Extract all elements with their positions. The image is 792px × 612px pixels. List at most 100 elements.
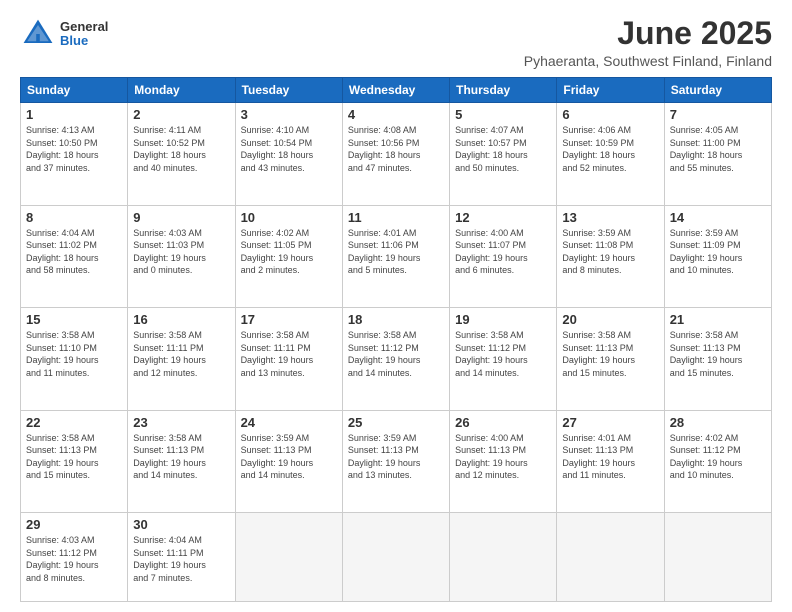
calendar-cell: 21 Sunrise: 3:58 AM Sunset: 11:13 PM Dayl… [664, 308, 771, 410]
day-number: 15 [26, 312, 122, 327]
calendar-cell: 4 Sunrise: 4:08 AM Sunset: 10:56 PM Dayli… [342, 103, 449, 205]
logo-general-text: General [60, 20, 108, 34]
col-thursday: Thursday [450, 78, 557, 103]
day-info: Sunrise: 4:08 AM Sunset: 10:56 PM Daylig… [348, 124, 444, 174]
calendar-cell: 24 Sunrise: 3:59 AM Sunset: 11:13 PM Dayl… [235, 410, 342, 512]
day-number: 3 [241, 107, 337, 122]
day-info: Sunrise: 4:02 AM Sunset: 11:05 PM Daylig… [241, 227, 337, 277]
day-info: Sunrise: 3:58 AM Sunset: 11:12 PM Daylig… [455, 329, 551, 379]
calendar: Sunday Monday Tuesday Wednesday Thursday… [20, 77, 772, 602]
logo-text: General Blue [60, 20, 108, 49]
day-number: 27 [562, 415, 658, 430]
day-number: 11 [348, 210, 444, 225]
day-number: 19 [455, 312, 551, 327]
day-info: Sunrise: 4:02 AM Sunset: 11:12 PM Daylig… [670, 432, 766, 482]
day-number: 10 [241, 210, 337, 225]
calendar-cell: 19 Sunrise: 3:58 AM Sunset: 11:12 PM Dayl… [450, 308, 557, 410]
day-info: Sunrise: 4:10 AM Sunset: 10:54 PM Daylig… [241, 124, 337, 174]
title-block: June 2025 Pyhaeranta, Southwest Finland,… [524, 16, 772, 69]
calendar-week-3: 15 Sunrise: 3:58 AM Sunset: 11:10 PM Dayl… [21, 308, 772, 410]
calendar-cell: 23 Sunrise: 3:58 AM Sunset: 11:13 PM Dayl… [128, 410, 235, 512]
day-number: 2 [133, 107, 229, 122]
day-info: Sunrise: 4:07 AM Sunset: 10:57 PM Daylig… [455, 124, 551, 174]
calendar-cell: 9 Sunrise: 4:03 AM Sunset: 11:03 PM Dayli… [128, 205, 235, 307]
day-info: Sunrise: 3:59 AM Sunset: 11:13 PM Daylig… [241, 432, 337, 482]
day-number: 29 [26, 517, 122, 532]
calendar-cell: 10 Sunrise: 4:02 AM Sunset: 11:05 PM Dayl… [235, 205, 342, 307]
day-info: Sunrise: 4:13 AM Sunset: 10:50 PM Daylig… [26, 124, 122, 174]
day-info: Sunrise: 3:58 AM Sunset: 11:11 PM Daylig… [241, 329, 337, 379]
day-number: 8 [26, 210, 122, 225]
day-number: 30 [133, 517, 229, 532]
day-info: Sunrise: 3:58 AM Sunset: 11:11 PM Daylig… [133, 329, 229, 379]
day-number: 24 [241, 415, 337, 430]
calendar-cell: 27 Sunrise: 4:01 AM Sunset: 11:13 PM Dayl… [557, 410, 664, 512]
day-info: Sunrise: 4:03 AM Sunset: 11:03 PM Daylig… [133, 227, 229, 277]
calendar-cell: 28 Sunrise: 4:02 AM Sunset: 11:12 PM Dayl… [664, 410, 771, 512]
day-number: 4 [348, 107, 444, 122]
day-info: Sunrise: 3:58 AM Sunset: 11:13 PM Daylig… [562, 329, 658, 379]
calendar-cell: 20 Sunrise: 3:58 AM Sunset: 11:13 PM Dayl… [557, 308, 664, 410]
calendar-cell: 7 Sunrise: 4:05 AM Sunset: 11:00 PM Dayli… [664, 103, 771, 205]
day-info: Sunrise: 4:01 AM Sunset: 11:13 PM Daylig… [562, 432, 658, 482]
calendar-cell: 12Sunrise: 4:00 AM Sunset: 11:07 PM Dayl… [450, 205, 557, 307]
calendar-cell [450, 513, 557, 602]
day-number: 28 [670, 415, 766, 430]
calendar-cell: 22Sunrise: 3:58 AM Sunset: 11:13 PM Dayl… [21, 410, 128, 512]
day-info: Sunrise: 3:59 AM Sunset: 11:08 PM Daylig… [562, 227, 658, 277]
col-sunday: Sunday [21, 78, 128, 103]
calendar-cell: 17 Sunrise: 3:58 AM Sunset: 11:11 PM Dayl… [235, 308, 342, 410]
day-info: Sunrise: 4:04 AM Sunset: 11:11 PM Daylig… [133, 534, 229, 584]
calendar-week-1: 1 Sunrise: 4:13 AM Sunset: 10:50 PM Dayli… [21, 103, 772, 205]
calendar-cell: 3 Sunrise: 4:10 AM Sunset: 10:54 PM Dayli… [235, 103, 342, 205]
calendar-cell: 5 Sunrise: 4:07 AM Sunset: 10:57 PM Dayli… [450, 103, 557, 205]
calendar-cell: 26Sunrise: 4:00 AM Sunset: 11:13 PM Dayl… [450, 410, 557, 512]
calendar-cell [342, 513, 449, 602]
day-number: 26 [455, 415, 551, 430]
day-number: 1 [26, 107, 122, 122]
day-number: 25 [348, 415, 444, 430]
col-saturday: Saturday [664, 78, 771, 103]
logo-icon [20, 16, 56, 52]
day-number: 21 [670, 312, 766, 327]
calendar-cell: 25Sunrise: 3:59 AM Sunset: 11:13 PM Dayl… [342, 410, 449, 512]
day-number: 16 [133, 312, 229, 327]
col-monday: Monday [128, 78, 235, 103]
day-number: 9 [133, 210, 229, 225]
col-tuesday: Tuesday [235, 78, 342, 103]
day-info: Sunrise: 3:58 AM Sunset: 11:13 PM Daylig… [133, 432, 229, 482]
logo: General Blue [20, 16, 108, 52]
header: General Blue June 2025 Pyhaeranta, South… [20, 16, 772, 69]
day-info: Sunrise: 4:06 AM Sunset: 10:59 PM Daylig… [562, 124, 658, 174]
calendar-cell [664, 513, 771, 602]
day-number: 6 [562, 107, 658, 122]
day-number: 23 [133, 415, 229, 430]
day-number: 7 [670, 107, 766, 122]
calendar-cell: 16 Sunrise: 3:58 AM Sunset: 11:11 PM Dayl… [128, 308, 235, 410]
day-number: 13 [562, 210, 658, 225]
day-number: 14 [670, 210, 766, 225]
day-number: 17 [241, 312, 337, 327]
calendar-week-4: 22Sunrise: 3:58 AM Sunset: 11:13 PM Dayl… [21, 410, 772, 512]
col-friday: Friday [557, 78, 664, 103]
day-info: Sunrise: 4:03 AM Sunset: 11:12 PM Daylig… [26, 534, 122, 584]
logo-blue-text: Blue [60, 34, 108, 48]
day-info: Sunrise: 3:58 AM Sunset: 11:13 PM Daylig… [26, 432, 122, 482]
calendar-cell: 8 Sunrise: 4:04 AM Sunset: 11:02 PM Dayli… [21, 205, 128, 307]
calendar-cell: 18Sunrise: 3:58 AM Sunset: 11:12 PM Dayl… [342, 308, 449, 410]
calendar-cell: 1 Sunrise: 4:13 AM Sunset: 10:50 PM Dayli… [21, 103, 128, 205]
day-number: 12 [455, 210, 551, 225]
day-number: 18 [348, 312, 444, 327]
calendar-cell: 2Sunrise: 4:11 AM Sunset: 10:52 PM Dayli… [128, 103, 235, 205]
calendar-cell: 11 Sunrise: 4:01 AM Sunset: 11:06 PM Dayl… [342, 205, 449, 307]
day-number: 20 [562, 312, 658, 327]
day-info: Sunrise: 3:58 AM Sunset: 11:10 PM Daylig… [26, 329, 122, 379]
day-info: Sunrise: 3:58 AM Sunset: 11:13 PM Daylig… [670, 329, 766, 379]
day-info: Sunrise: 4:01 AM Sunset: 11:06 PM Daylig… [348, 227, 444, 277]
day-number: 5 [455, 107, 551, 122]
calendar-cell [235, 513, 342, 602]
calendar-cell: 30 Sunrise: 4:04 AM Sunset: 11:11 PM Dayl… [128, 513, 235, 602]
day-info: Sunrise: 4:05 AM Sunset: 11:00 PM Daylig… [670, 124, 766, 174]
sub-title: Pyhaeranta, Southwest Finland, Finland [524, 53, 772, 69]
day-info: Sunrise: 4:04 AM Sunset: 11:02 PM Daylig… [26, 227, 122, 277]
